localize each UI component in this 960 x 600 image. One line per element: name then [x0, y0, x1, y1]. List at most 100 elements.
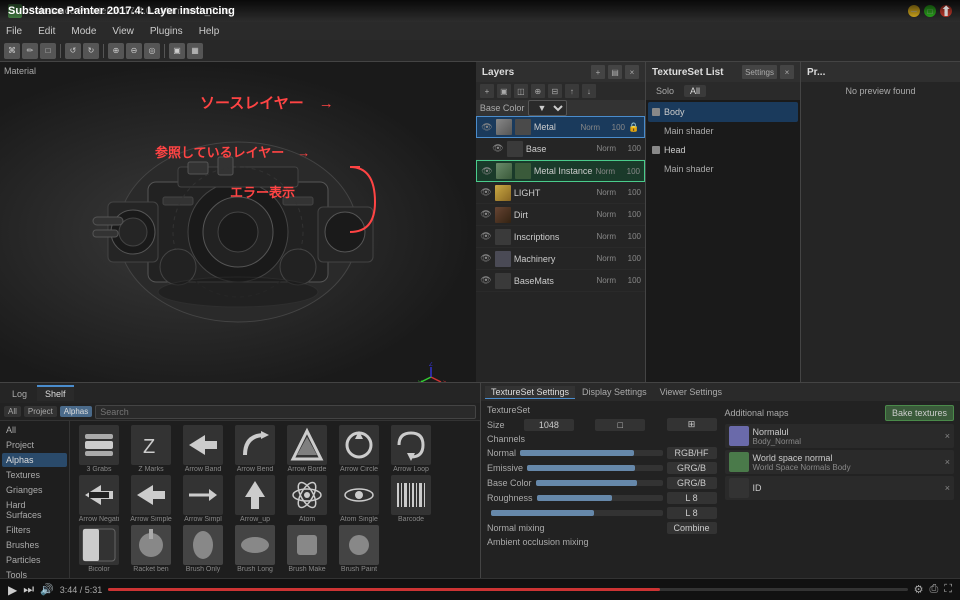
- cat-textures[interactable]: Textures: [2, 468, 67, 482]
- layer-item-light[interactable]: 👁 LIGHT Norm 100: [476, 182, 645, 204]
- cat-alphas[interactable]: Alphas: [2, 453, 67, 467]
- layer-item-machinery[interactable]: 👁 Machinery Norm 100: [476, 248, 645, 270]
- layers-tool-6[interactable]: ↑: [565, 84, 579, 98]
- layers-tool-2[interactable]: ▣: [497, 84, 511, 98]
- layer-eye-instance[interactable]: 👁: [481, 165, 493, 177]
- asset-arrowloop[interactable]: Arrow Loop: [386, 425, 436, 473]
- filter-all[interactable]: All: [4, 406, 21, 417]
- nm-remove-2[interactable]: ×: [945, 457, 950, 467]
- toolbar-icon-7[interactable]: ⊖: [126, 43, 142, 59]
- asset-arrowbend[interactable]: Arrow Bend: [230, 425, 280, 473]
- asset-racket[interactable]: Racket ben: [126, 525, 176, 573]
- cat-project[interactable]: Project: [2, 438, 67, 452]
- base-color-dropdown[interactable]: ▼: [528, 100, 567, 116]
- layers-icon-1[interactable]: +: [591, 65, 605, 79]
- prop-value-normal-mixing[interactable]: Combine: [667, 522, 717, 534]
- tab-log[interactable]: Log: [4, 385, 35, 401]
- nm-remove-1[interactable]: ×: [945, 431, 950, 441]
- bake-textures-btn[interactable]: Bake textures: [885, 405, 954, 421]
- layers-icon-2[interactable]: ▤: [608, 65, 622, 79]
- cat-grianges[interactable]: Grianges: [2, 483, 67, 497]
- layer-eye-inscriptions[interactable]: 👁: [480, 231, 492, 243]
- asset-brushpaint1[interactable]: Brush Paint: [334, 525, 384, 573]
- layers-tool-1[interactable]: +: [480, 84, 494, 98]
- menu-edit[interactable]: Edit: [36, 26, 57, 37]
- assets-search[interactable]: [95, 405, 476, 419]
- asset-3grabs[interactable]: 3 Grabs: [74, 425, 124, 473]
- layers-tool-4[interactable]: ⊕: [531, 84, 545, 98]
- toolbar-icon-3[interactable]: □: [40, 43, 56, 59]
- prop-value-size[interactable]: 1048: [524, 419, 574, 431]
- brs-tab-display[interactable]: Display Settings: [576, 386, 653, 398]
- share-btn[interactable]: ⬆: [940, 3, 952, 20]
- toolbar-icon-4[interactable]: ↺: [65, 43, 81, 59]
- asset-brushlong[interactable]: Brush Long: [230, 525, 280, 573]
- ts-tab-solo[interactable]: Solo: [650, 85, 680, 97]
- asset-arrowsimpl2[interactable]: Arrow Simpl: [178, 475, 228, 523]
- asset-arrownegati[interactable]: Arrow Negati: [74, 475, 124, 523]
- asset-arrowborde[interactable]: Arrow Borde: [282, 425, 332, 473]
- filter-alphas[interactable]: Alphas: [60, 406, 92, 417]
- prop-value-normal[interactable]: RGB/HF: [667, 447, 717, 459]
- ts-item-head[interactable]: Head: [648, 140, 798, 160]
- menu-plugins[interactable]: Plugins: [148, 26, 185, 37]
- prop-value-basecolor[interactable]: GRG/B: [667, 477, 717, 489]
- layer-eye-base[interactable]: 👁: [492, 143, 504, 155]
- layer-eye-basemats[interactable]: 👁: [480, 275, 492, 287]
- settings-icon[interactable]: ⚙: [914, 583, 924, 596]
- toolbar-icon-8[interactable]: ◎: [144, 43, 160, 59]
- asset-atom[interactable]: Atom: [282, 475, 332, 523]
- cat-all[interactable]: All: [2, 423, 67, 437]
- cat-hard-surfaces[interactable]: Hard Surfaces: [2, 498, 67, 522]
- viewport[interactable]: Material: [0, 62, 476, 402]
- layer-item-base[interactable]: 👁 Base Norm 100: [476, 138, 645, 160]
- layer-eye-metal[interactable]: 👁: [481, 121, 493, 133]
- cat-brushes[interactable]: Brushes: [2, 538, 67, 552]
- asset-barcode[interactable]: Barcode: [386, 475, 436, 523]
- asset-arrowup[interactable]: Arrow_up: [230, 475, 280, 523]
- menu-mode[interactable]: Mode: [69, 26, 98, 37]
- layer-eye-dirt[interactable]: 👁: [480, 209, 492, 221]
- brs-tab-viewer[interactable]: Viewer Settings: [654, 386, 728, 398]
- menu-file[interactable]: File: [4, 26, 24, 37]
- toolbar-icon-10[interactable]: ▦: [187, 43, 203, 59]
- maximize-button[interactable]: □: [924, 5, 936, 17]
- layer-eye-light[interactable]: 👁: [480, 187, 492, 199]
- asset-brushonly[interactable]: Brush Only: [178, 525, 228, 573]
- asset-atomsingle[interactable]: Atom Single: [334, 475, 384, 523]
- textureset-close[interactable]: ×: [780, 65, 794, 79]
- fullscreen-icon[interactable]: ⛶: [944, 583, 952, 596]
- layer-item-dirt[interactable]: 👁 Dirt Norm 100: [476, 204, 645, 226]
- toolbar-icon-6[interactable]: ⊕: [108, 43, 124, 59]
- asset-brushmake[interactable]: Brush Make: [282, 525, 332, 573]
- layers-close[interactable]: ×: [625, 65, 639, 79]
- cat-particles[interactable]: Particles: [2, 553, 67, 567]
- asset-arrowband[interactable]: Arrow Band: [178, 425, 228, 473]
- layer-lock-metal[interactable]: 🔒: [628, 121, 640, 133]
- layers-tool-5[interactable]: ⊟: [548, 84, 562, 98]
- toolbar-icon-1[interactable]: ⌘: [4, 43, 20, 59]
- layers-tool-3[interactable]: ◫: [514, 84, 528, 98]
- ts-tab-all[interactable]: All: [684, 85, 706, 97]
- volume-icon[interactable]: 🔊: [40, 583, 54, 596]
- asset-zmarks[interactable]: Z Z Marks: [126, 425, 176, 473]
- toolbar-icon-2[interactable]: ✏: [22, 43, 38, 59]
- toolbar-icon-9[interactable]: ▣: [169, 43, 185, 59]
- layer-item-metal[interactable]: 👁 Metal Norm 100 🔒: [476, 116, 645, 138]
- layer-item-basemats[interactable]: 👁 BaseMats Norm 100: [476, 270, 645, 292]
- ts-item-body[interactable]: Body: [648, 102, 798, 122]
- prop-value-emissive[interactable]: GRG/B: [667, 462, 717, 474]
- prop-value-roughness[interactable]: L 8: [667, 492, 717, 504]
- cat-tools[interactable]: Tools: [2, 568, 67, 578]
- video-progress-bar[interactable]: [108, 588, 907, 591]
- brs-tab-textureset[interactable]: TextureSet Settings: [485, 386, 575, 399]
- nm-remove-3[interactable]: ×: [945, 483, 950, 493]
- prop-value-5[interactable]: L 8: [667, 507, 717, 519]
- next-button[interactable]: ⏭: [23, 582, 34, 597]
- minimize-button[interactable]: ─: [908, 5, 920, 17]
- asset-bicolor[interactable]: Bicolor: [74, 525, 124, 573]
- share-icon[interactable]: ⎙: [929, 583, 938, 596]
- filter-project[interactable]: Project: [24, 406, 57, 417]
- textureset-settings-btn[interactable]: Settings: [742, 65, 777, 79]
- toolbar-icon-5[interactable]: ↻: [83, 43, 99, 59]
